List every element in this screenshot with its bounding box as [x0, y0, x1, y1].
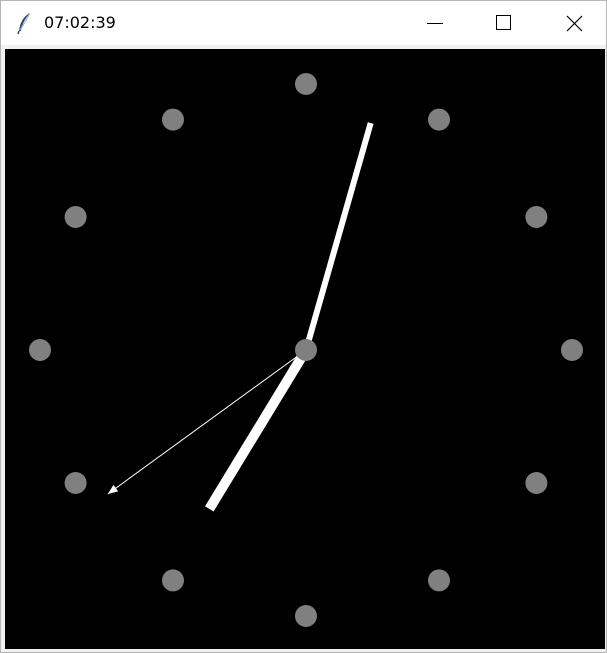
feather-icon	[15, 11, 35, 35]
center-hub	[295, 339, 317, 361]
hour-hand	[205, 347, 311, 512]
hour-marker	[162, 569, 184, 592]
hour-marker	[428, 108, 450, 131]
second-hand-arrowhead	[107, 484, 119, 494]
window-title: 07:02:39	[44, 13, 116, 32]
minimize-icon	[427, 23, 443, 24]
minute-hand	[303, 122, 374, 351]
minimize-button[interactable]	[411, 1, 457, 45]
close-button[interactable]	[551, 1, 597, 45]
clock-face	[29, 73, 583, 627]
clock-canvas	[5, 49, 605, 649]
hour-marker	[29, 339, 51, 361]
hour-marker	[162, 108, 184, 131]
hour-marker	[525, 206, 548, 228]
title-bar[interactable]: 07:02:39	[1, 1, 606, 45]
hour-marker	[561, 339, 583, 361]
maximize-button[interactable]	[480, 1, 526, 45]
maximize-icon	[496, 15, 511, 30]
clock-window: 07:02:39	[0, 0, 607, 653]
close-icon	[566, 15, 583, 32]
hour-marker	[295, 605, 317, 627]
second-hand	[107, 349, 307, 495]
hour-marker	[525, 472, 548, 494]
hour-marker	[295, 73, 317, 95]
hour-marker	[64, 206, 87, 228]
hour-marker	[428, 569, 450, 592]
hour-marker	[64, 472, 87, 494]
